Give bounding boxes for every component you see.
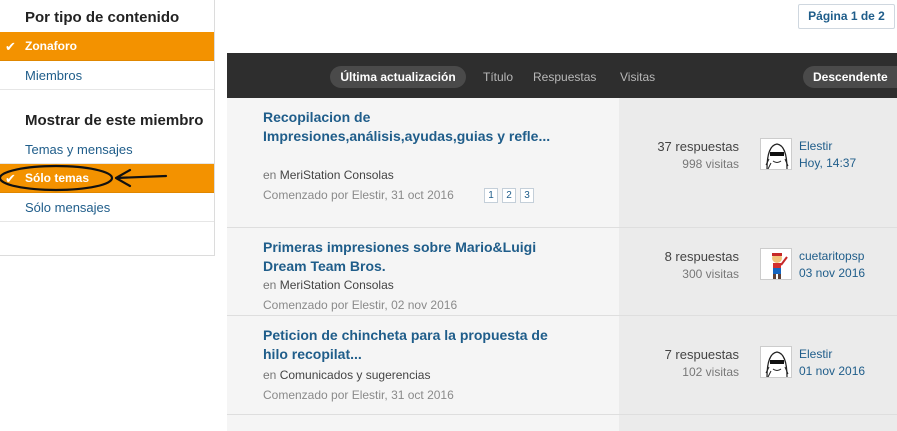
sidebar-item-temas-y-mensajes[interactable]: Temas y mensajes: [0, 135, 214, 164]
thread-row: Peticion de chincheta para la propuesta …: [227, 316, 897, 415]
sidebar-item-label: Temas y mensajes: [25, 142, 133, 157]
content-type-heading: Por tipo de contenido: [25, 9, 180, 26]
thread-row: Recopilacion de Impresiones,análisis,ayu…: [227, 98, 897, 228]
thread-row: [227, 415, 897, 431]
sort-last-update[interactable]: Última actualización: [330, 66, 466, 88]
sort-views[interactable]: Visitas: [620, 66, 655, 88]
thread-pages: 1 2 3: [484, 188, 534, 203]
thread-title-link[interactable]: Peticion de chincheta para la propuesta …: [263, 326, 553, 364]
sidebar-item-solo-temas[interactable]: ✔ Sólo temas: [0, 164, 214, 193]
last-post-user[interactable]: Elestir: [799, 346, 865, 363]
check-icon: ✔: [5, 171, 16, 186]
forum-link[interactable]: MeriStation Consolas: [280, 168, 394, 182]
reply-count: 37 respuestas: [657, 139, 739, 154]
thread-title-link[interactable]: Recopilacion de Impresiones,análisis,ayu…: [263, 108, 553, 146]
filter-sidebar: Por tipo de contenido ✔ Zonaforo Miembro…: [0, 0, 215, 256]
view-count: 102 visitas: [682, 365, 739, 379]
sidebar-item-label: Miembros: [25, 68, 83, 83]
view-count: 998 visitas: [682, 157, 739, 171]
thread-started: Comenzado por Elestir, 02 nov 2016: [263, 298, 458, 312]
last-post-info: cuetaritopsp 03 nov 2016: [799, 248, 865, 282]
thread-forum: en Comunicados y sugerencias: [263, 368, 431, 382]
sort-direction[interactable]: Descendente: [803, 66, 897, 88]
page-link[interactable]: 3: [520, 188, 534, 203]
thread-forum: en MeriStation Consolas: [263, 278, 394, 292]
sidebar-item-label: Zonaforo: [25, 39, 77, 53]
thread-title-link[interactable]: Primeras impresiones sobre Mario&Luigi D…: [263, 238, 553, 276]
thread-forum: en MeriStation Consolas: [263, 168, 394, 182]
avatar[interactable]: [760, 346, 792, 378]
reply-count: 7 respuestas: [664, 347, 739, 362]
thread-list: Recopilacion de Impresiones,análisis,ayu…: [227, 98, 897, 431]
thread-row: Primeras impresiones sobre Mario&Luigi D…: [227, 228, 897, 316]
page-link[interactable]: 2: [502, 188, 516, 203]
sidebar-item-zonaforo[interactable]: ✔ Zonaforo: [0, 32, 214, 61]
thread-stats: 8 respuestas 300 visitas: [665, 248, 739, 282]
member-filter-heading: Mostrar de este miembro: [25, 112, 204, 129]
check-icon: ✔: [5, 39, 16, 54]
page-link[interactable]: 1: [484, 188, 498, 203]
last-post-user[interactable]: cuetaritopsp: [799, 248, 865, 265]
reply-count: 8 respuestas: [664, 249, 739, 264]
sidebar-item-miembros[interactable]: Miembros: [0, 61, 214, 90]
forum-link[interactable]: Comunicados y sugerencias: [280, 368, 431, 382]
sort-bar: Última actualización Título Respuestas V…: [227, 53, 897, 98]
thread-stats: 7 respuestas 102 visitas: [665, 346, 739, 380]
thread-started: Comenzado por Elestir, 31 oct 2016: [263, 388, 454, 402]
sidebar-item-label: Sólo temas: [25, 171, 90, 185]
avatar[interactable]: [760, 138, 792, 170]
last-post-info: Elestir 01 nov 2016: [799, 346, 865, 380]
last-post-time[interactable]: Hoy, 14:37: [799, 155, 856, 172]
avatar[interactable]: [760, 248, 792, 280]
last-post-time[interactable]: 03 nov 2016: [799, 265, 865, 282]
sort-title[interactable]: Título: [483, 66, 513, 88]
thread-started: Comenzado por Elestir, 31 oct 2016: [263, 188, 454, 202]
view-count: 300 visitas: [682, 267, 739, 281]
sidebar-item-solo-mensajes[interactable]: Sólo mensajes: [0, 193, 214, 222]
sort-replies[interactable]: Respuestas: [533, 66, 596, 88]
page-indicator[interactable]: Página 1 de 2: [798, 4, 895, 29]
last-post-time[interactable]: 01 nov 2016: [799, 363, 865, 380]
sidebar-item-label: Sólo mensajes: [25, 200, 111, 215]
last-post-info: Elestir Hoy, 14:37: [799, 138, 856, 172]
last-post-user[interactable]: Elestir: [799, 138, 856, 155]
thread-stats: 37 respuestas 998 visitas: [657, 138, 739, 172]
forum-link[interactable]: MeriStation Consolas: [280, 278, 394, 292]
